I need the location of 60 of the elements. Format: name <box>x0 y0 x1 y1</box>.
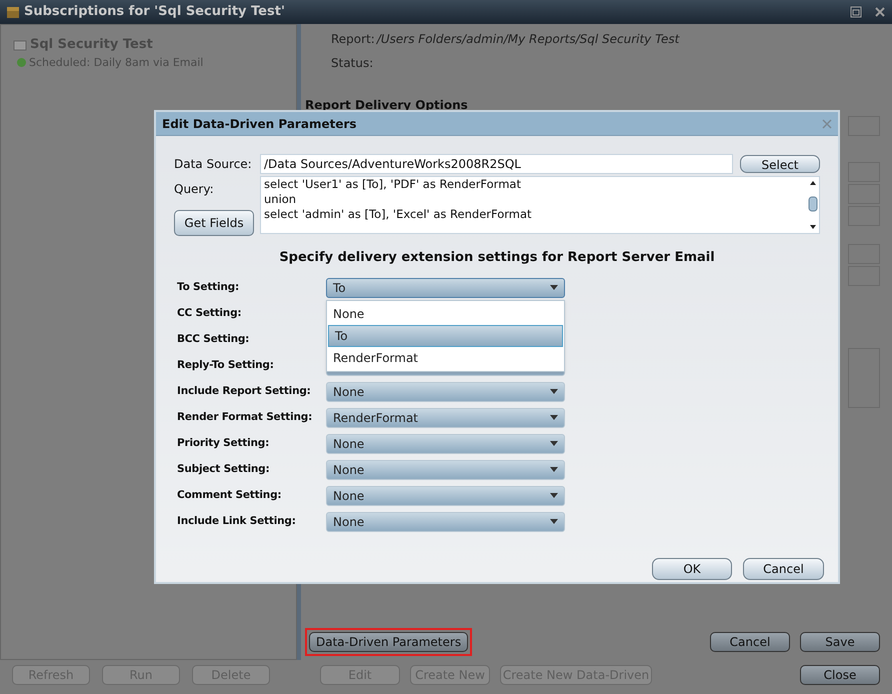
setting-value: None <box>333 514 366 530</box>
setting-label: Render Format Setting: <box>176 410 314 425</box>
window-title: Subscriptions for 'Sql Security Test' <box>24 3 285 22</box>
query-label: Query: <box>174 181 215 198</box>
get-fields-button[interactable]: Get Fields <box>174 210 254 236</box>
dropdown-option[interactable]: None <box>327 302 564 324</box>
caret-icon <box>550 519 558 524</box>
caret-icon <box>550 415 558 420</box>
cancel-button[interactable]: Cancel <box>743 558 824 580</box>
report-path: /Users Folders/admin/My Reports/Sql Security Test <box>376 31 680 48</box>
dialog-title: Edit Data-Driven Parameters <box>162 116 357 132</box>
query-line: union <box>264 192 296 207</box>
setting-label: Include Report Setting: <box>176 384 312 399</box>
setting-value: RenderFormat <box>333 410 420 426</box>
caret-icon <box>550 441 558 446</box>
caret-icon <box>550 467 558 472</box>
setting-value: None <box>333 488 366 504</box>
setting-dropdown[interactable]: None <box>326 382 565 402</box>
setting-label: Subject Setting: <box>176 462 270 477</box>
caret-icon <box>550 389 558 394</box>
button[interactable]: Data-Driven Parameters <box>309 632 468 652</box>
setting-dropdown[interactable]: None <box>326 512 565 532</box>
caret-icon <box>550 285 558 290</box>
setting-label: To Setting: <box>176 280 240 295</box>
setting-label: CC Setting: <box>176 306 242 321</box>
status-label: Status: <box>330 55 374 72</box>
ok-button[interactable]: OK <box>652 558 732 580</box>
caret-icon <box>550 493 558 498</box>
maximize-icon[interactable] <box>850 6 862 18</box>
setting-dropdown[interactable]: None <box>326 434 565 454</box>
query-line: select 'User1' as [To], 'PDF' as RenderFormat <box>264 177 521 192</box>
dropdown-option[interactable]: To <box>328 324 563 346</box>
setting-label: Include Link Setting: <box>176 514 297 529</box>
setting-dropdown[interactable]: None <box>326 460 565 480</box>
setting-label: Priority Setting: <box>176 436 270 451</box>
setting-label: BCC Setting: <box>176 332 250 347</box>
button[interactable]: Close <box>800 665 880 685</box>
report-label: Report: <box>331 31 375 48</box>
setting-label: Reply-To Setting: <box>176 358 275 373</box>
data-source-label: Data Source: <box>174 156 253 173</box>
check-circle-icon <box>17 58 26 68</box>
setting-dropdown[interactable]: None <box>326 486 565 506</box>
button[interactable]: Cancel <box>710 632 790 652</box>
setting-value: To <box>333 280 347 296</box>
query-field[interactable]: select 'User1' as [To], 'PDF' as RenderFormat union select 'admin' as [To], 'Excel' as RenderFormat <box>260 176 820 234</box>
section-title: Report Delivery Options <box>305 97 468 114</box>
setting-value: None <box>333 462 366 478</box>
select-button[interactable]: Select <box>740 155 820 173</box>
setting-value: None <box>333 384 366 400</box>
data-source-field[interactable]: /Data Sources/AdventureWorks2008R2SQL <box>260 154 733 174</box>
setting-dropdown[interactable]: To <box>326 278 565 298</box>
setting-value: None <box>333 436 366 452</box>
settings-heading: Specify delivery extension settings for Report Server Email <box>279 249 715 267</box>
query-line: select 'admin' as [To], 'Excel' as RenderFormat <box>264 207 532 222</box>
setting-dropdown[interactable]: RenderFormat <box>326 408 565 428</box>
package-icon <box>6 5 20 19</box>
close-icon[interactable] <box>874 6 886 18</box>
button[interactable]: Save <box>800 632 880 652</box>
dropdown-option[interactable]: RenderFormat <box>327 346 564 368</box>
setting-label: Comment Setting: <box>176 488 282 503</box>
